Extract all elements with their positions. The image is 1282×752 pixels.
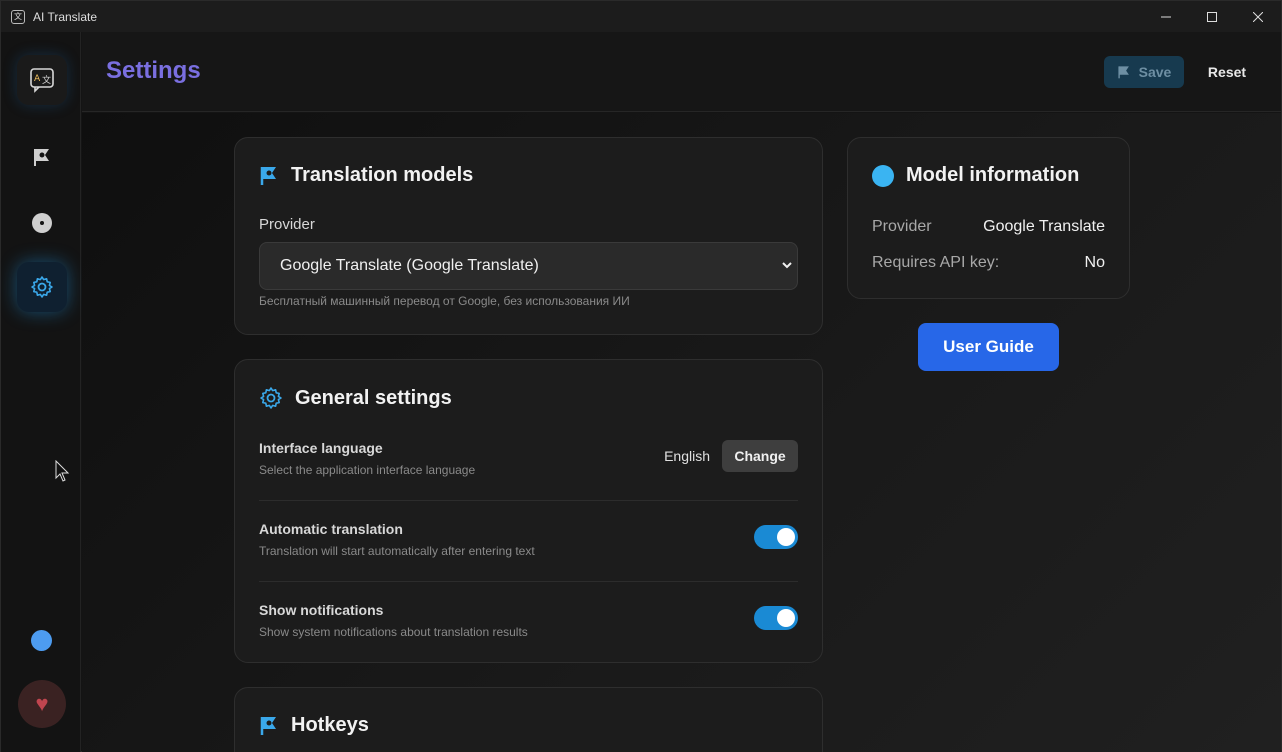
translation-models-card: Translation models Provider Google Trans… xyxy=(234,137,823,335)
donate-button[interactable]: ♥ xyxy=(18,680,66,728)
sidebar-item-translate[interactable] xyxy=(17,132,67,182)
hotkeys-card: Hotkeys xyxy=(234,687,823,752)
provider-label: Provider xyxy=(259,216,315,233)
divider xyxy=(259,581,798,582)
card-title: Translation models xyxy=(291,164,474,186)
settings-icon xyxy=(260,387,282,409)
page-title: Settings xyxy=(106,57,201,84)
toggle-knob xyxy=(777,528,795,546)
reset-button[interactable]: Reset xyxy=(1198,56,1256,88)
app-logo[interactable]: A 文 xyxy=(17,55,67,105)
settings-icon xyxy=(31,276,53,298)
interface-language-row: Interface language Select the applicatio… xyxy=(259,440,798,480)
card-title: Hotkeys xyxy=(291,714,369,736)
provider-select-value: Google Translate (Google Translate) xyxy=(280,257,539,274)
auto-translation-toggle[interactable] xyxy=(754,525,798,549)
card-header: Translation models xyxy=(259,164,473,187)
app-window: 文 AI Translate A 文 ♥ Settings Save Reset… xyxy=(0,0,1282,752)
model-provider-row: Provider Google Translate xyxy=(872,218,1105,236)
maximize-icon xyxy=(1207,11,1217,22)
notifications-row: Show notifications Show system notificat… xyxy=(259,602,798,642)
mouse-cursor-icon xyxy=(55,460,70,482)
model-provider-key: Provider xyxy=(872,218,932,235)
history-icon xyxy=(32,213,52,233)
provider-select[interactable]: Google Translate (Google Translate) xyxy=(259,242,798,290)
sidebar-item-settings[interactable] xyxy=(17,262,67,312)
api-key-key: Requires API key: xyxy=(872,254,1000,271)
title-bar: 文 AI Translate xyxy=(1,1,1281,32)
minimize-button[interactable] xyxy=(1143,1,1189,32)
notifications-label: Show notifications xyxy=(259,602,384,618)
api-key-row: Requires API key: No xyxy=(872,254,1105,272)
svg-text:文: 文 xyxy=(42,74,51,86)
sidebar: A 文 ♥ xyxy=(1,32,81,752)
card-title: Model information xyxy=(906,164,1080,186)
heart-icon: ♥ xyxy=(35,691,49,716)
toggle-knob xyxy=(777,609,795,627)
info-dot-icon xyxy=(872,164,894,187)
translate-icon: A 文 xyxy=(30,68,54,93)
close-icon xyxy=(1253,11,1263,22)
card-header: General settings xyxy=(259,386,452,410)
notifications-toggle[interactable] xyxy=(754,606,798,630)
interface-language-value: English xyxy=(664,448,710,464)
auto-translation-hint: Translation will start automatically aft… xyxy=(259,544,535,558)
minimize-icon xyxy=(1161,16,1171,17)
interface-language-label: Interface language xyxy=(259,440,383,456)
interface-language-hint: Select the application interface languag… xyxy=(259,463,476,477)
page-header: Settings Save Reset xyxy=(82,32,1281,112)
model-provider-value: Google Translate xyxy=(983,218,1105,235)
model-info-card: Model information Provider Google Transl… xyxy=(847,137,1130,299)
chevron-down-icon xyxy=(782,262,792,269)
close-button[interactable] xyxy=(1235,1,1281,32)
notifications-hint: Show system notifications about translat… xyxy=(259,625,528,639)
sidebar-item-history[interactable] xyxy=(17,198,67,248)
flag-icon xyxy=(34,149,49,166)
flag-icon xyxy=(1118,66,1129,79)
svg-text:A: A xyxy=(34,74,41,84)
auto-translation-row: Automatic translation Translation will s… xyxy=(259,521,798,561)
card-header: Model information xyxy=(872,164,1079,187)
auto-translation-label: Automatic translation xyxy=(259,521,403,537)
status-dot-icon[interactable] xyxy=(31,630,52,651)
window-title: AI Translate xyxy=(33,9,98,24)
provider-hint: Бесплатный машинный перевод от Google, б… xyxy=(259,294,630,308)
change-language-button[interactable]: Change xyxy=(722,440,798,472)
api-key-value: No xyxy=(1084,254,1105,271)
card-header: Hotkeys xyxy=(259,714,369,737)
save-button-label: Save xyxy=(1138,64,1172,80)
save-button[interactable]: Save xyxy=(1104,56,1184,88)
window-controls xyxy=(1143,1,1281,32)
app-icon: 文 xyxy=(11,9,25,24)
maximize-button[interactable] xyxy=(1189,1,1235,32)
divider xyxy=(259,500,798,501)
user-guide-button[interactable]: User Guide xyxy=(918,323,1059,371)
flag-icon xyxy=(260,166,276,185)
settings-content[interactable]: Translation models Provider Google Trans… xyxy=(82,113,1281,752)
card-title: General settings xyxy=(295,386,452,409)
flag-icon xyxy=(260,716,276,735)
general-settings-card: General settings Interface language Sele… xyxy=(234,359,823,663)
